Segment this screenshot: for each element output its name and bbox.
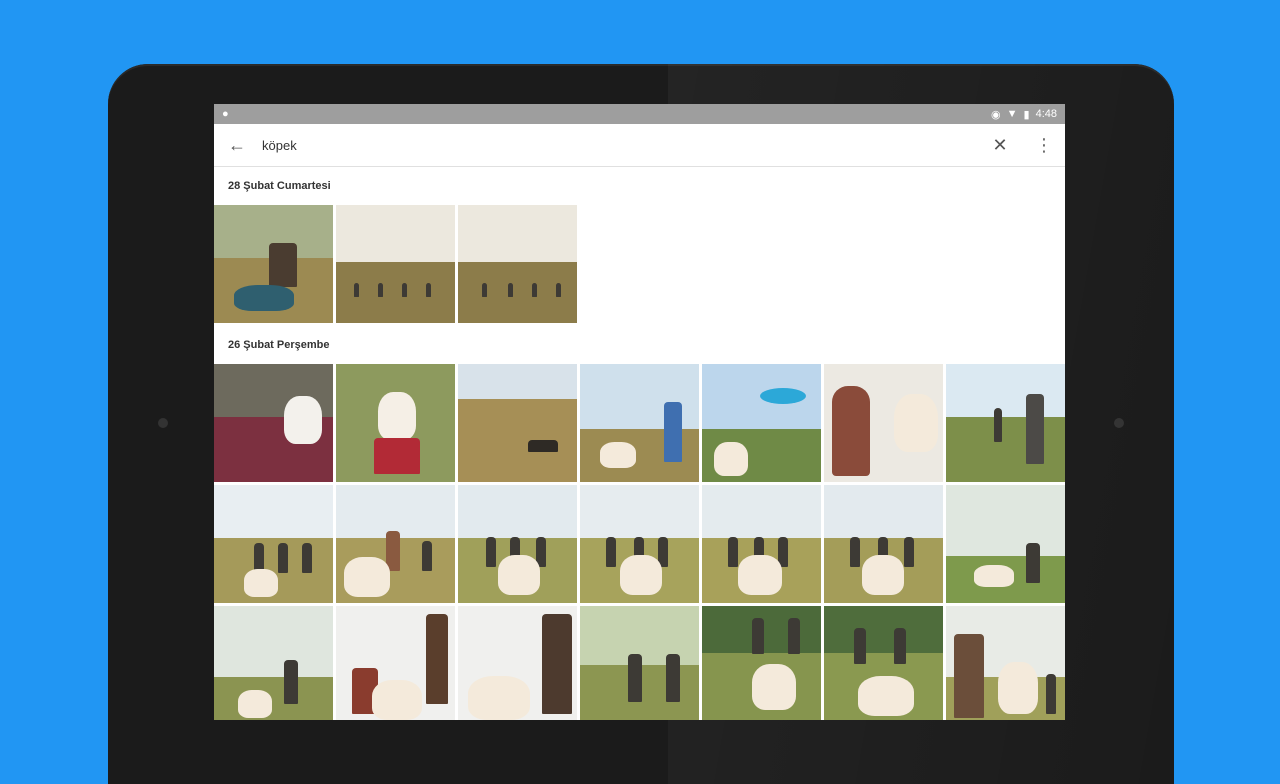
photo-thumbnail[interactable] <box>336 364 455 482</box>
battery-icon: ▮ <box>1023 108 1030 121</box>
photo-thumbnail[interactable] <box>702 485 821 603</box>
photo-thumbnail[interactable] <box>824 606 943 720</box>
photo-thumbnail[interactable] <box>336 205 455 323</box>
photo-thumbnail[interactable] <box>824 364 943 482</box>
photo-thumbnail[interactable] <box>946 364 1065 482</box>
photo-thumbnail[interactable] <box>336 606 455 720</box>
notification-dot-icon: ● <box>222 108 229 120</box>
photos-search-screen: ● ◉ ▼ ▮ 4:48 ← köpek ✕ ⋮ 28 Şubat Cumart… <box>214 104 1065 720</box>
section-title-feb-26: 26 Şubat Perşembe <box>228 339 330 351</box>
photo-row <box>214 364 1065 482</box>
tablet-sensor-left <box>158 418 168 428</box>
search-app-bar: ← köpek ✕ ⋮ <box>214 124 1065 167</box>
photo-thumbnail[interactable] <box>946 606 1065 720</box>
back-arrow-icon[interactable]: ← <box>228 135 252 156</box>
photo-thumbnail[interactable] <box>214 205 333 323</box>
photo-thumbnail[interactable] <box>214 606 333 720</box>
status-bar: ● ◉ ▼ ▮ 4:48 <box>214 104 1065 124</box>
status-time: 4:48 <box>1035 108 1057 120</box>
eye-icon: ◉ <box>991 108 1001 121</box>
wifi-icon: ▼ <box>1006 108 1018 120</box>
search-query-input[interactable]: köpek <box>262 138 985 153</box>
photo-thumbnail[interactable] <box>580 364 699 482</box>
photo-thumbnail[interactable] <box>458 606 577 720</box>
photo-thumbnail[interactable] <box>946 485 1065 603</box>
photo-thumbnail[interactable] <box>580 485 699 603</box>
status-icons: ◉ ▼ ▮ 4:48 <box>991 108 1057 121</box>
photo-thumbnail[interactable] <box>580 606 699 720</box>
photo-row <box>214 485 1065 603</box>
photo-row <box>214 606 1065 720</box>
photo-thumbnail[interactable] <box>214 364 333 482</box>
photo-thumbnail[interactable] <box>702 606 821 720</box>
photo-thumbnail[interactable] <box>824 485 943 603</box>
photo-thumbnail[interactable] <box>458 485 577 603</box>
photo-row <box>214 205 1065 323</box>
photo-thumbnail[interactable] <box>336 485 455 603</box>
photo-thumbnail[interactable] <box>702 364 821 482</box>
more-options-icon[interactable]: ⋮ <box>1029 135 1059 156</box>
photo-thumbnail[interactable] <box>458 364 577 482</box>
clear-search-icon[interactable]: ✕ <box>985 135 1015 156</box>
photo-thumbnail[interactable] <box>214 485 333 603</box>
section-title-feb-28: 28 Şubat Cumartesi <box>228 180 331 192</box>
tablet-sensor-right <box>1114 418 1124 428</box>
photo-thumbnail[interactable] <box>458 205 577 323</box>
